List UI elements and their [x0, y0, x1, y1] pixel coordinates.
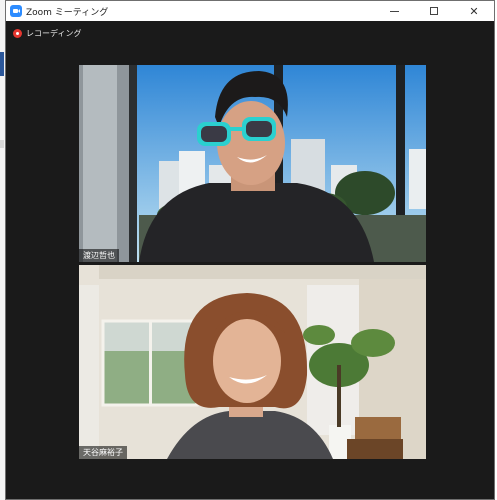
minimize-button[interactable] [374, 1, 414, 21]
close-button[interactable]: ✕ [454, 1, 494, 21]
recording-indicator[interactable]: レコーディング [13, 28, 81, 39]
recording-label: レコーディング [26, 29, 82, 38]
maximize-icon [430, 7, 438, 15]
participant-name-label: 天谷麻裕子 [79, 446, 127, 459]
maximize-button[interactable] [414, 1, 454, 21]
title-bar[interactable]: Zoom ミーティング ✕ [6, 1, 494, 21]
participant-video-frame [79, 65, 426, 262]
minimize-icon [389, 10, 399, 12]
participant-video-frame [79, 265, 426, 459]
desktop-fragment [0, 52, 4, 76]
participant-video-tile[interactable]: 天谷麻裕子 [79, 265, 426, 459]
zoom-meeting-window: Zoom ミーティング ✕ レコーディング 渡辺哲也 天谷麻裕子 [5, 0, 495, 500]
participant-video-tile[interactable]: 渡辺哲也 [79, 65, 426, 262]
window-title: Zoom ミーティング [26, 7, 109, 18]
close-icon: ✕ [469, 4, 479, 18]
desktop-fragment [0, 140, 4, 148]
zoom-camera-icon [10, 5, 22, 17]
participant-name-label: 渡辺哲也 [79, 249, 119, 262]
record-dot-icon [13, 29, 22, 38]
